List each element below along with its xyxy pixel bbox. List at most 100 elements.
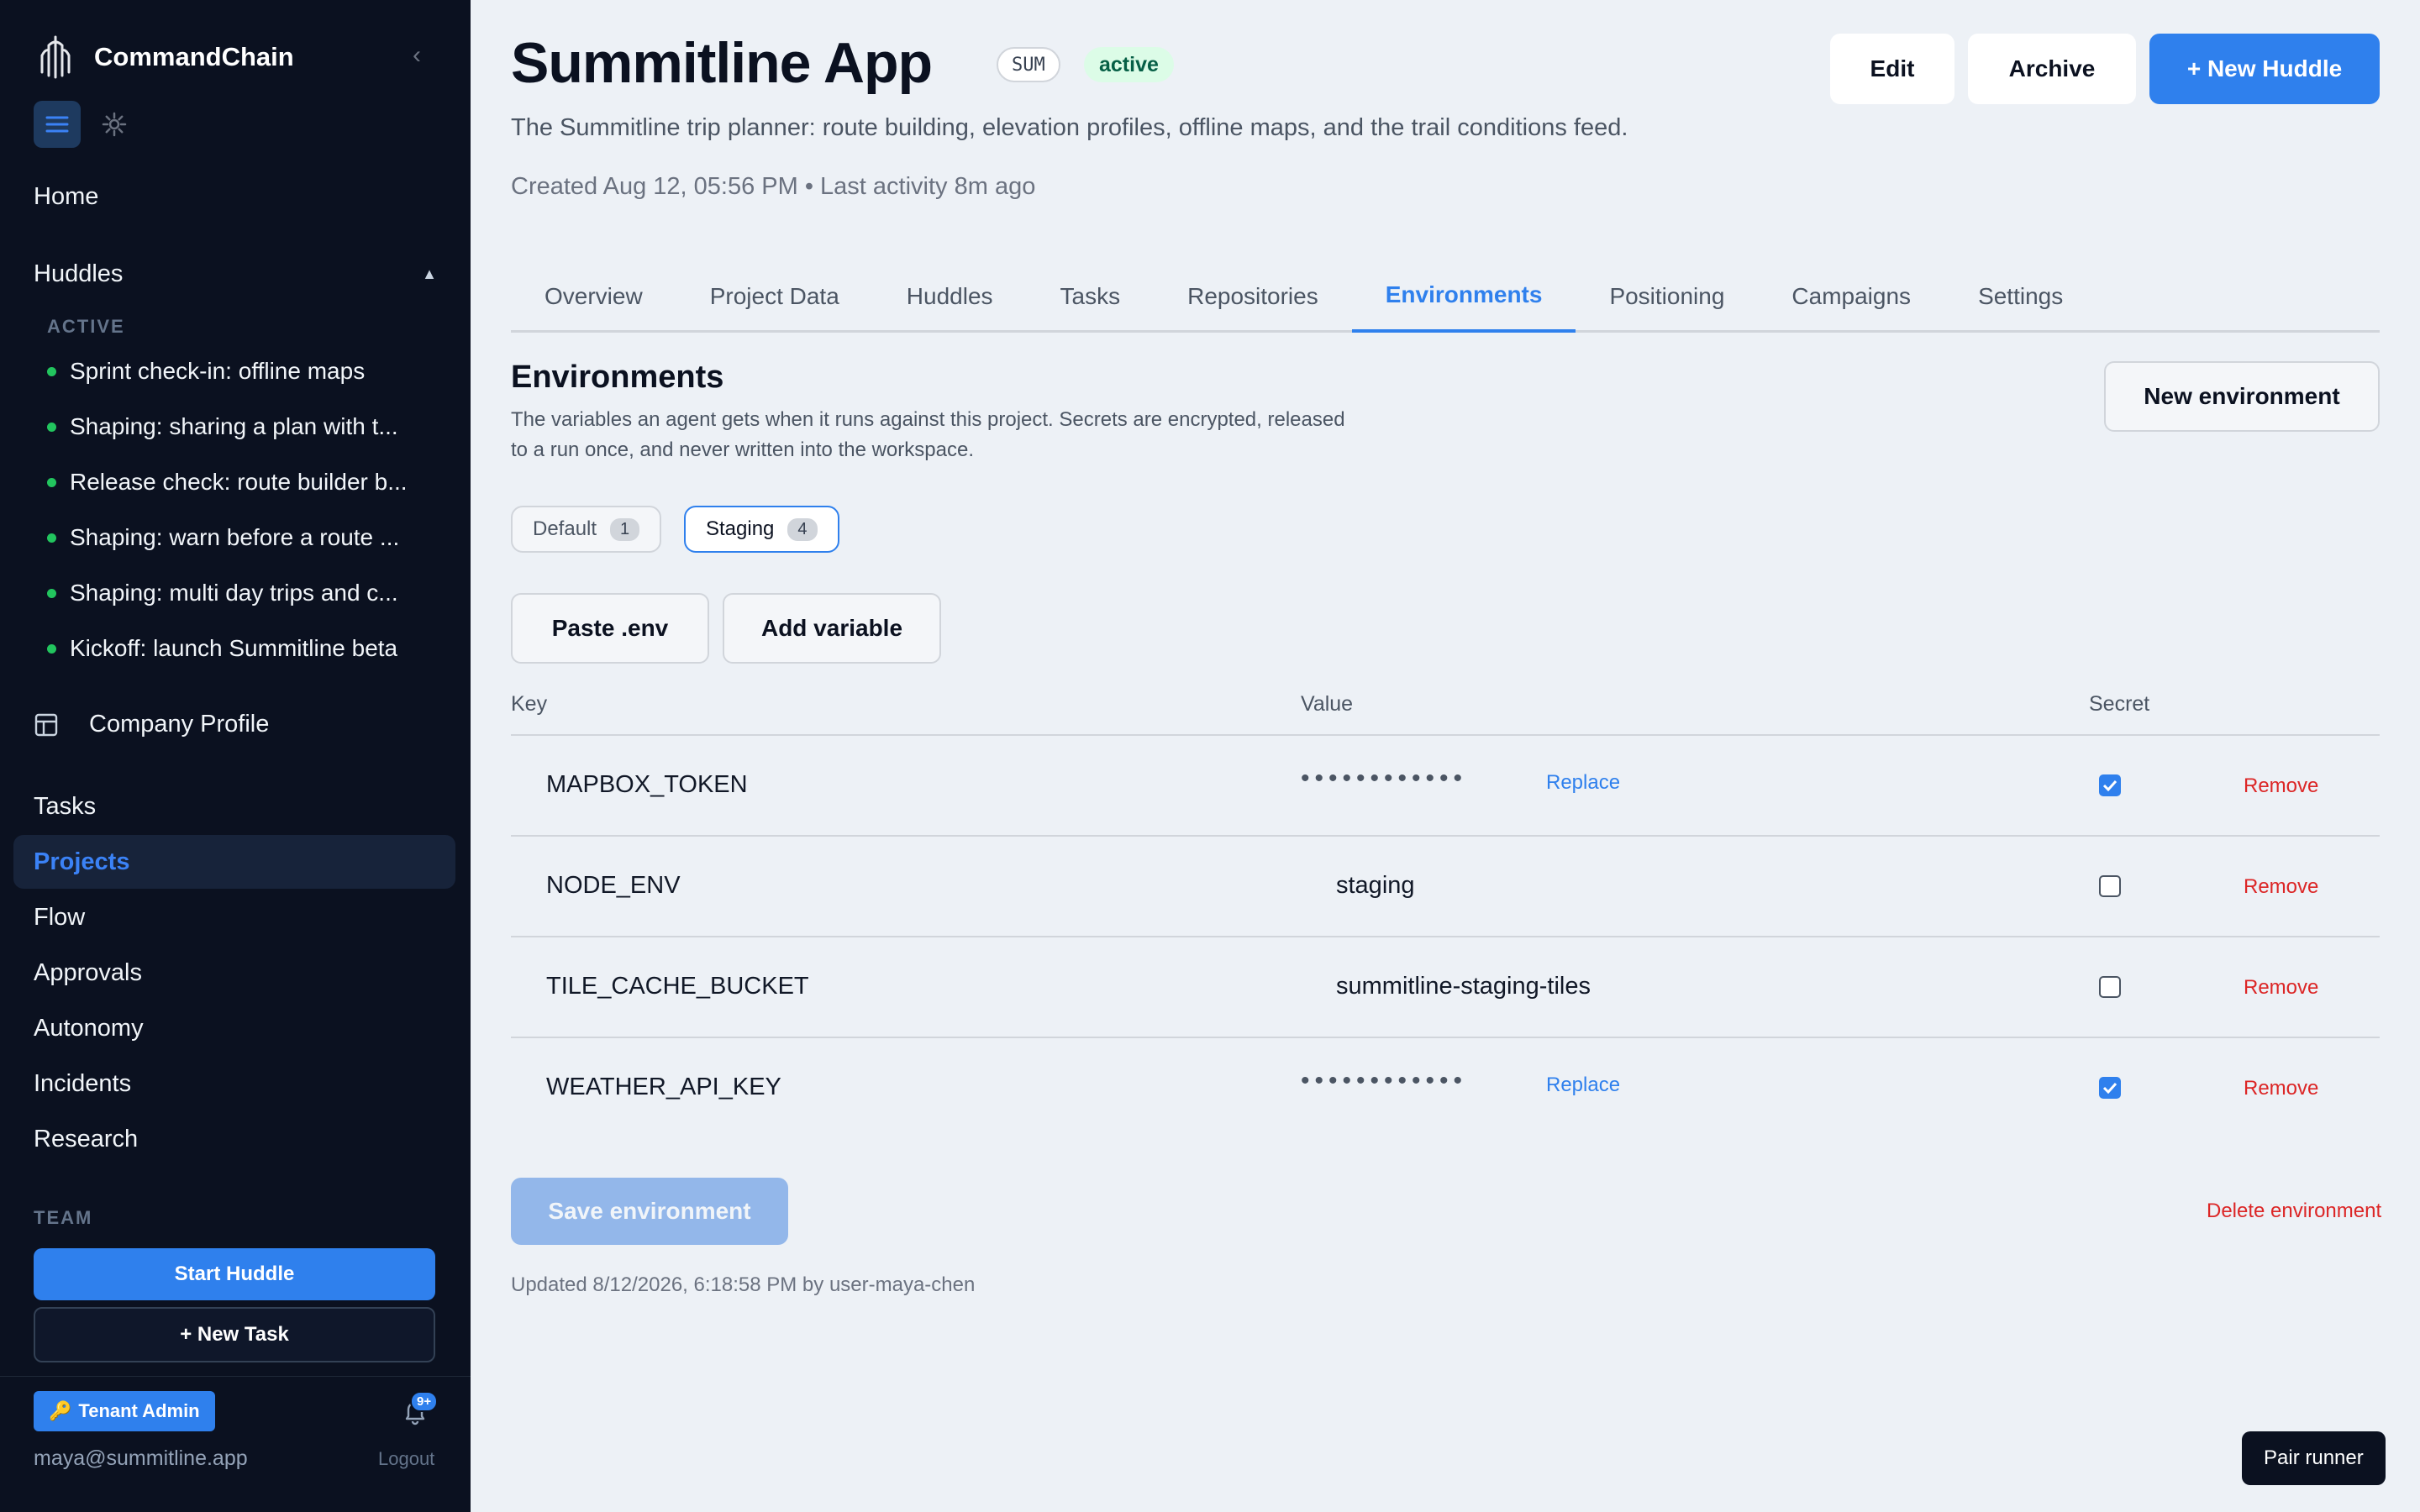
remove-link[interactable]: Remove: [2244, 875, 2318, 899]
variable-key: MAPBOX_TOKEN: [546, 771, 748, 798]
huddle-item[interactable]: Sprint check-in: offline maps: [47, 358, 439, 385]
column-header-value: Value: [1301, 692, 1354, 716]
tenant-admin-badge[interactable]: 🔑 Tenant Admin: [34, 1391, 215, 1431]
view-toggle: [34, 101, 138, 148]
tab-repositories[interactable]: Repositories: [1154, 260, 1352, 333]
active-status-dot-icon: [47, 477, 56, 487]
variable-key: WEATHER_API_KEY: [546, 1074, 781, 1100]
column-header-key: Key: [511, 692, 548, 716]
env-pill-default[interactable]: Default 1: [511, 506, 662, 553]
secret-checkbox[interactable]: [2099, 875, 2121, 897]
masked-value: ••••••••••••: [1301, 1067, 1468, 1095]
add-variable-button[interactable]: Add variable: [723, 593, 941, 664]
tab-project-data[interactable]: Project Data: [676, 260, 873, 333]
collapse-sidebar-button[interactable]: ‹: [402, 40, 432, 71]
user-email: maya@summitline.app: [34, 1446, 248, 1470]
active-huddles-label: ACTIVE: [47, 316, 125, 337]
secret-checkbox[interactable]: [2099, 774, 2121, 796]
env-pill-staging[interactable]: Staging 4: [684, 506, 839, 553]
variable-key: NODE_ENV: [546, 872, 681, 899]
notification-count-badge: 9+: [410, 1391, 439, 1412]
huddle-item[interactable]: Kickoff: launch Summitline beta: [47, 635, 439, 662]
remove-link[interactable]: Remove: [2244, 976, 2318, 1000]
nav-approvals[interactable]: Approvals: [34, 959, 142, 987]
nav-projects[interactable]: Projects: [34, 848, 129, 876]
layout-panel-icon: [34, 713, 58, 736]
env-count-badge: 1: [610, 517, 640, 541]
brand-name: CommandChain: [94, 42, 294, 71]
project-code-badge: SUM: [997, 47, 1060, 82]
variables-table: Key Value Secret MAPBOX_TOKEN ••••••••••…: [511, 679, 2380, 1139]
replace-link[interactable]: Replace: [1546, 1074, 1620, 1097]
status-badge: active: [1084, 47, 1174, 82]
menu-icon: [45, 116, 69, 133]
page-title: Summitline App: [511, 31, 933, 95]
active-status-dot-icon: [47, 366, 56, 376]
updated-info: Updated 8/12/2026, 6:18:58 PM by user-ma…: [511, 1273, 976, 1296]
huddles-label: Huddles: [34, 260, 124, 287]
key-icon: 🔑: [49, 1400, 72, 1421]
start-huddle-button[interactable]: Start Huddle: [34, 1248, 435, 1300]
tab-overview[interactable]: Overview: [511, 260, 676, 333]
tab-campaigns[interactable]: Campaigns: [1758, 260, 1944, 333]
huddle-item[interactable]: Shaping: sharing a plan with t...: [47, 413, 439, 440]
tab-positioning[interactable]: Positioning: [1576, 260, 1758, 333]
new-environment-button[interactable]: New environment: [2104, 361, 2380, 432]
active-status-dot-icon: [47, 643, 56, 654]
save-environment-button[interactable]: Save environment: [511, 1178, 788, 1245]
environments-description: The variables an agent gets when it runs…: [511, 408, 1345, 461]
nav-incidents[interactable]: Incidents: [34, 1070, 131, 1098]
paste-env-button[interactable]: Paste .env: [511, 593, 709, 664]
variable-key: TILE_CACHE_BUCKET: [546, 973, 809, 1000]
project-tabs: Overview Project Data Huddles Tasks Repo…: [511, 260, 2380, 333]
nav-flow[interactable]: Flow: [34, 904, 85, 932]
tab-tasks[interactable]: Tasks: [1027, 260, 1155, 333]
team-label: TEAM: [34, 1207, 93, 1228]
secret-checkbox[interactable]: [2099, 976, 2121, 998]
nav-home[interactable]: Home: [34, 183, 98, 211]
environments-title: Environments: [511, 360, 724, 395]
huddle-item[interactable]: Shaping: multi day trips and c...: [47, 580, 439, 606]
active-status-dot-icon: [47, 422, 56, 432]
table-row: MAPBOX_TOKEN •••••••••••• Replace Remove: [511, 736, 2380, 837]
env-count-badge: 4: [787, 517, 818, 541]
remove-link[interactable]: Remove: [2244, 774, 2318, 798]
settings-view-button[interactable]: [91, 101, 138, 148]
nav-autonomy[interactable]: Autonomy: [34, 1015, 144, 1042]
sidebar: CommandChain ‹ Home Huddles ▲ ACTIVE Spr…: [0, 0, 471, 1512]
tenant-admin-label: Tenant Admin: [78, 1400, 200, 1421]
huddle-item[interactable]: Shaping: warn before a route ...: [47, 524, 439, 551]
logout-link[interactable]: Logout: [378, 1448, 434, 1470]
active-status-dot-icon: [47, 588, 56, 598]
edit-button[interactable]: Edit: [1830, 34, 1954, 104]
chevron-left-icon: ‹: [413, 41, 421, 69]
masked-value: ••••••••••••: [1301, 764, 1468, 792]
secret-checkbox[interactable]: [2099, 1077, 2121, 1099]
nav-tasks[interactable]: Tasks: [34, 793, 96, 821]
nav-research[interactable]: Research: [34, 1126, 138, 1153]
env-name: Default: [533, 517, 597, 540]
new-huddle-button[interactable]: + New Huddle: [2149, 34, 2380, 104]
gear-icon: [102, 112, 127, 137]
caret-up-icon: ▲: [422, 265, 437, 282]
column-header-secret: Secret: [2089, 692, 2150, 716]
table-row: NODE_ENV staging Remove: [511, 837, 2380, 937]
delete-environment-link[interactable]: Delete environment: [2207, 1200, 2381, 1223]
company-profile-label: Company Profile: [89, 711, 270, 738]
brand[interactable]: CommandChain: [34, 34, 294, 81]
menu-view-button[interactable]: [34, 101, 81, 148]
tab-huddles[interactable]: Huddles: [873, 260, 1027, 333]
pair-runner-button[interactable]: Pair runner: [2242, 1431, 2386, 1485]
replace-link[interactable]: Replace: [1546, 771, 1620, 795]
nav-company-profile[interactable]: Company Profile: [34, 711, 269, 738]
new-task-button[interactable]: + New Task: [34, 1307, 435, 1362]
active-status-dot-icon: [47, 533, 56, 543]
huddles-section-header[interactable]: Huddles ▲: [34, 260, 437, 288]
remove-link[interactable]: Remove: [2244, 1077, 2318, 1100]
tab-environments[interactable]: Environments: [1351, 260, 1576, 333]
table-row: TILE_CACHE_BUCKET summitline-staging-til…: [511, 937, 2380, 1038]
archive-button[interactable]: Archive: [1968, 34, 2136, 104]
huddle-item[interactable]: Release check: route builder b...: [47, 469, 439, 496]
variable-value: staging: [1336, 872, 1415, 899]
tab-settings[interactable]: Settings: [1944, 260, 2096, 333]
